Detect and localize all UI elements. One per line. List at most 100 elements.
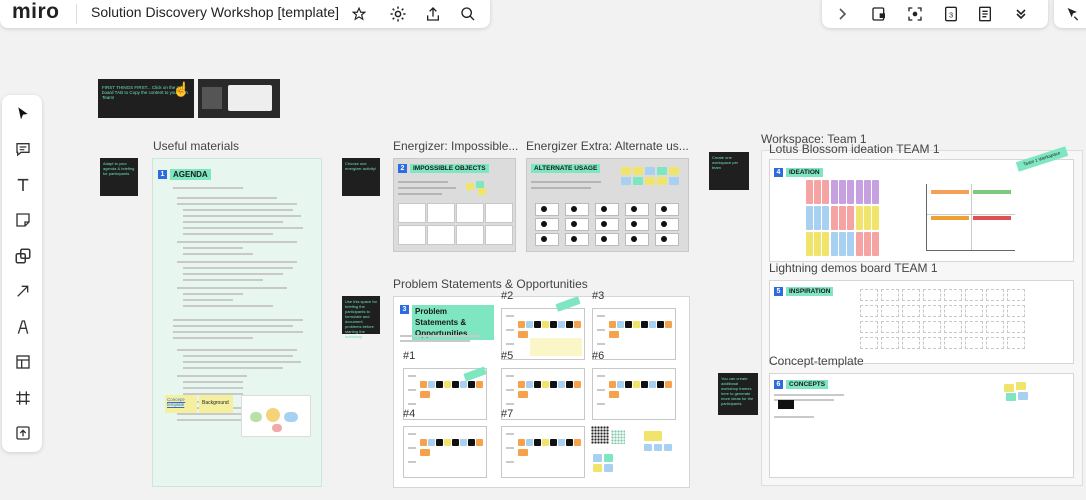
workspace-sticky[interactable]: Create one workspace per team (709, 152, 749, 190)
lotus-sticky[interactable] (822, 180, 829, 204)
lotus-frame[interactable]: 4 IDEATION Team 1 Workspace (769, 146, 1074, 262)
inspiration-slot[interactable] (860, 289, 878, 301)
impossible-object-card[interactable] (456, 225, 484, 245)
intro-sticky[interactable]: FIRST THINGS FIRST... Click on the miro … (98, 79, 194, 118)
inspiration-slot[interactable] (881, 321, 899, 333)
pen-icon[interactable] (11, 315, 35, 339)
lotus-sticky[interactable] (831, 232, 838, 256)
notes-icon[interactable] (970, 0, 1000, 28)
inspiration-slot[interactable] (902, 289, 920, 301)
problem-card[interactable] (501, 368, 585, 420)
inspiration-slot[interactable] (986, 337, 1004, 349)
timer-icon[interactable]: 3 (936, 0, 966, 28)
inspiration-slot[interactable] (923, 305, 941, 317)
problem-card[interactable] (403, 426, 487, 478)
frame-label-lotus[interactable]: Lotus Blossom ideation TEAM 1 (769, 142, 940, 156)
lotus-sticky[interactable] (856, 180, 863, 204)
alternate-usage-card[interactable] (655, 218, 679, 231)
inspiration-slot[interactable] (944, 289, 962, 301)
alternate-usage-card[interactable] (595, 203, 619, 216)
alternate-usage-card[interactable] (535, 233, 559, 246)
lotus-sticky[interactable] (847, 206, 854, 230)
alternate-usage-card[interactable] (655, 203, 679, 216)
sticky-note-icon[interactable] (11, 208, 35, 232)
frame-label-lightning[interactable]: Lightning demos board TEAM 1 (769, 261, 938, 275)
cursor-icon[interactable] (1058, 0, 1086, 28)
lotus-sticky[interactable] (839, 180, 846, 204)
inspiration-slot[interactable] (923, 289, 941, 301)
star-icon[interactable] (344, 0, 374, 28)
search-icon[interactable] (453, 0, 483, 28)
impossible-object-card[interactable] (398, 203, 426, 223)
lotus-sticky[interactable] (847, 180, 854, 204)
process-diagram-image[interactable] (241, 395, 311, 437)
background-note[interactable]: Background (199, 395, 233, 413)
impossible-object-card[interactable] (485, 225, 513, 245)
problem-card[interactable] (592, 308, 676, 360)
lotus-sticky[interactable] (864, 206, 871, 230)
share-icon[interactable] (418, 0, 448, 28)
alternate-usage-card[interactable] (565, 218, 589, 231)
impossible-object-card[interactable] (456, 203, 484, 223)
frame-label-concept[interactable]: Concept-template (769, 354, 864, 368)
inspiration-slot[interactable] (860, 337, 878, 349)
lotus-sticky[interactable] (814, 206, 821, 230)
inspiration-slot[interactable] (923, 321, 941, 333)
inspiration-slot[interactable] (1007, 321, 1025, 333)
problem-card[interactable] (501, 426, 585, 478)
lotus-sticky[interactable] (831, 180, 838, 204)
inspiration-slot[interactable] (881, 337, 899, 349)
text-icon[interactable] (11, 173, 35, 197)
inspiration-slot[interactable] (986, 305, 1004, 317)
problem-card[interactable] (592, 368, 676, 420)
lightning-frame[interactable]: 5 INSPIRATION (769, 280, 1074, 364)
inspiration-slot[interactable] (986, 321, 1004, 333)
impossible-object-card[interactable] (427, 203, 455, 223)
useful-materials-frame[interactable]: 1 AGENDA Concept-template Background (152, 158, 322, 487)
lotus-sticky[interactable] (839, 232, 846, 256)
inspiration-slot[interactable] (1007, 305, 1025, 317)
board-title[interactable]: Solution Discovery Workshop [template] (91, 4, 339, 20)
inspiration-slot[interactable] (902, 321, 920, 333)
chevron-right-icon[interactable] (828, 0, 858, 28)
focus-icon[interactable] (900, 0, 930, 28)
impossible-object-card[interactable] (398, 225, 426, 245)
inspiration-slot[interactable] (965, 305, 983, 317)
intro-thumbnail[interactable] (198, 79, 280, 118)
lotus-sticky[interactable] (864, 180, 871, 204)
inspiration-slot[interactable] (902, 305, 920, 317)
alternate-usage-card[interactable] (625, 233, 649, 246)
gear-icon[interactable] (383, 0, 413, 28)
frame-icon[interactable] (11, 386, 35, 410)
alternate-usage-card[interactable] (595, 233, 619, 246)
inspiration-slot[interactable] (986, 289, 1004, 301)
lotus-sticky[interactable] (806, 232, 813, 256)
present-icon[interactable] (864, 0, 894, 28)
miro-logo[interactable]: miro (12, 0, 60, 24)
upload-icon[interactable] (11, 421, 35, 445)
lotus-sticky[interactable] (847, 232, 854, 256)
alternate-usage-card[interactable] (625, 203, 649, 216)
inspiration-slot[interactable] (881, 289, 899, 301)
arrow-icon[interactable] (11, 279, 35, 303)
energizer-extra-frame[interactable]: ALTERNATE USAGE (526, 158, 689, 252)
inspiration-slot[interactable] (902, 337, 920, 349)
inspiration-slot[interactable] (944, 321, 962, 333)
lotus-sticky[interactable] (839, 206, 846, 230)
lotus-sticky[interactable] (814, 232, 821, 256)
alternate-usage-card[interactable] (565, 233, 589, 246)
impossible-object-card[interactable] (485, 203, 513, 223)
lotus-sticky[interactable] (872, 206, 879, 230)
frame-label-energizer[interactable]: Energizer: Impossible... (393, 139, 518, 153)
shapes-icon[interactable] (11, 244, 35, 268)
inspiration-slot[interactable] (881, 305, 899, 317)
inspiration-slot[interactable] (860, 305, 878, 317)
lotus-sticky[interactable] (806, 206, 813, 230)
inspiration-slot[interactable] (965, 337, 983, 349)
inspiration-slot[interactable] (944, 337, 962, 349)
alternate-usage-card[interactable] (655, 233, 679, 246)
impossible-object-card[interactable] (427, 225, 455, 245)
lotus-sticky[interactable] (872, 232, 879, 256)
lotus-sticky[interactable] (806, 180, 813, 204)
alternate-usage-card[interactable] (535, 218, 559, 231)
